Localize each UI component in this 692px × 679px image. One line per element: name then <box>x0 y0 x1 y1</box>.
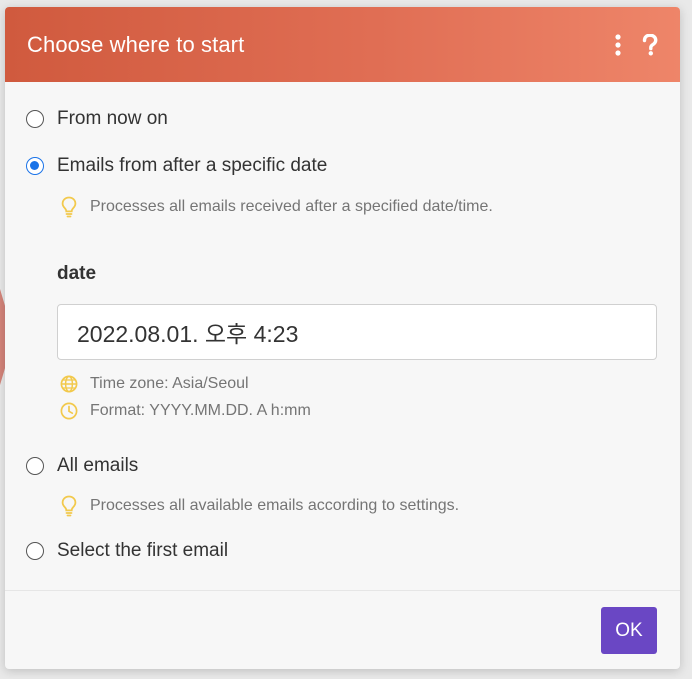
option-from-now-on[interactable]: From now on <box>26 108 168 130</box>
choose-start-dialog: Choose where to start From now on Emails… <box>5 7 680 669</box>
option-label: Emails from after a specific date <box>57 155 328 176</box>
option-label: From now on <box>57 108 168 129</box>
hint-all-emails: Processes all available emails according… <box>58 495 459 517</box>
option-all-emails[interactable]: All emails <box>26 455 138 477</box>
dialog-body: From now on Emails from after a specific… <box>5 82 680 591</box>
radio-select-first-email[interactable] <box>26 542 44 560</box>
dialog-header: Choose where to start <box>5 7 680 82</box>
help-button[interactable] <box>642 33 658 56</box>
more-options-button[interactable] <box>614 33 622 56</box>
radio-specific-date[interactable] <box>26 157 44 175</box>
option-specific-date[interactable]: Emails from after a specific date <box>26 155 327 177</box>
date-field-label: date <box>57 263 97 284</box>
timezone-hint-text: Time zone: Asia/Seoul <box>90 375 249 392</box>
timezone-hint: Time zone: Asia/Seoul <box>58 375 249 393</box>
globe-icon <box>58 375 80 393</box>
question-mark-icon <box>642 33 658 55</box>
hint-text: Processes all available emails according… <box>90 497 460 514</box>
dialog-footer: OK <box>5 590 680 669</box>
option-label: All emails <box>57 455 139 476</box>
vertical-dots-icon <box>615 33 621 56</box>
format-hint: Format: YYYY.MM.DD. A h:mm <box>58 402 311 420</box>
clock-icon <box>58 402 80 420</box>
option-label: Select the first email <box>57 540 229 561</box>
dialog-title: Choose where to start <box>27 31 245 57</box>
lightbulb-icon <box>58 495 80 517</box>
header-actions <box>614 33 658 56</box>
date-input[interactable] <box>57 304 657 360</box>
ok-button[interactable]: OK <box>601 607 657 654</box>
hint-text: Processes all emails received after a sp… <box>90 198 493 215</box>
lightbulb-icon <box>58 196 80 218</box>
radio-from-now-on[interactable] <box>26 110 44 128</box>
option-select-first-email[interactable]: Select the first email <box>26 540 228 562</box>
format-hint-text: Format: YYYY.MM.DD. A h:mm <box>90 402 311 419</box>
hint-specific-date: Processes all emails received after a sp… <box>58 196 493 218</box>
radio-all-emails[interactable] <box>26 457 44 475</box>
